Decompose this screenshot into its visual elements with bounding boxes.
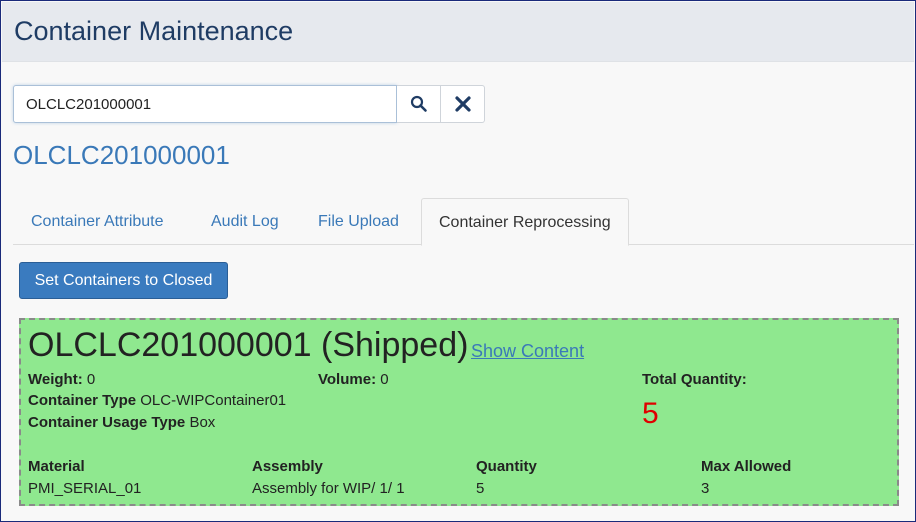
search-icon bbox=[410, 95, 427, 112]
tab-container-reprocessing[interactable]: Container Reprocessing bbox=[421, 198, 629, 246]
cell-max-allowed: 3 bbox=[701, 480, 710, 497]
column-header-quantity: Quantity bbox=[476, 458, 537, 475]
total-quantity-label: Total Quantity: bbox=[642, 371, 747, 388]
container-type-value: OLC-WIPContainer01 bbox=[140, 392, 287, 409]
usage-type-value: Box bbox=[189, 414, 216, 431]
search-button[interactable] bbox=[397, 85, 441, 123]
column-header-max-allowed: Max Allowed bbox=[701, 458, 792, 475]
search-input[interactable] bbox=[13, 85, 397, 123]
weight-label: Weight: bbox=[28, 371, 83, 388]
volume-field: Volume: 0 bbox=[318, 371, 389, 388]
container-card: OLCLC201000001 (Shipped) Show Content We… bbox=[19, 318, 899, 506]
volume-label: Volume: bbox=[318, 371, 377, 388]
container-type-label: Container Type bbox=[28, 392, 137, 409]
container-type-field: Container Type OLC-WIPContainer01 bbox=[28, 392, 286, 409]
set-containers-closed-button[interactable]: Set Containers to Closed bbox=[19, 262, 228, 299]
app-frame: Container Maintenance OLCLC201000001 Con… bbox=[0, 0, 916, 522]
cell-quantity: 5 bbox=[476, 480, 485, 497]
tab-bar: Container Attribute Audit Log File Uploa… bbox=[13, 198, 914, 246]
total-quantity-value: 5 bbox=[642, 397, 659, 430]
tab-audit-log[interactable]: Audit Log bbox=[211, 198, 279, 245]
weight-field: Weight: 0 bbox=[28, 371, 95, 388]
clear-button[interactable] bbox=[441, 85, 485, 123]
tab-file-upload[interactable]: File Upload bbox=[318, 198, 399, 245]
weight-value: 0 bbox=[86, 371, 96, 388]
card-title: OLCLC201000001 (Shipped) bbox=[28, 326, 469, 364]
cell-material: PMI_SERIAL_01 bbox=[28, 480, 142, 497]
tab-container-attribute[interactable]: Container Attribute bbox=[31, 198, 164, 245]
page-header: Container Maintenance bbox=[2, 2, 914, 62]
page-title: Container Maintenance bbox=[14, 16, 294, 46]
usage-type-field: Container Usage Type Box bbox=[28, 414, 215, 431]
cell-assembly: Assembly for WIP/ 1/ 1 bbox=[252, 480, 405, 497]
volume-value: 0 bbox=[380, 371, 389, 388]
container-id-heading: OLCLC201000001 bbox=[13, 140, 230, 170]
usage-type-label: Container Usage Type bbox=[28, 414, 186, 431]
column-header-assembly: Assembly bbox=[252, 458, 323, 475]
show-content-link[interactable]: Show Content bbox=[471, 341, 584, 362]
search-bar bbox=[13, 85, 485, 123]
close-icon bbox=[454, 96, 471, 112]
column-header-material: Material bbox=[28, 458, 85, 475]
